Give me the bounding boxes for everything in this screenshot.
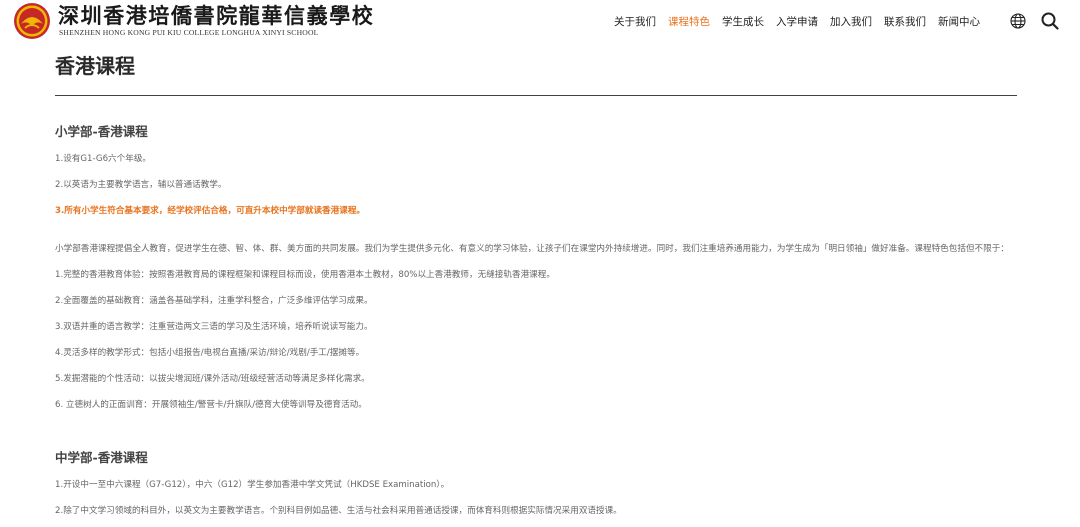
primary-feature-2: 2.全面覆盖的基础教育：涵盖各基础学科，注重学科整合，广泛多维评估学习成果。 xyxy=(55,296,373,306)
nav-news[interactable]: 新闻中心 xyxy=(938,15,980,29)
school-logo[interactable] xyxy=(13,2,51,40)
nav-join-us[interactable]: 加入我们 xyxy=(830,15,872,29)
secondary-item-2: 2.除了中文学习领域的科目外，以英文为主要教学语言。个别科目例如品德、生活与社会… xyxy=(55,506,622,516)
primary-feature-4: 4.灵活多样的教学形式：包括小组报告/电视台直播/采访/辩论/戏剧/手工/摆摊等… xyxy=(55,348,365,358)
school-name-en: SHENZHEN HONG KONG PUI KIU COLLEGE LONGH… xyxy=(59,28,319,37)
primary-intro: 小学部香港课程提倡全人教育，促进学生在德、智、体、群、美方面的共同发展。我们为学… xyxy=(55,244,1009,254)
nav-contact[interactable]: 联系我们 xyxy=(884,15,926,29)
nav-curriculum[interactable]: 课程特色 xyxy=(668,15,710,29)
primary-feature-1: 1.完整的香港教育体验：按照香港教育局的课程框架和课程目标而设，使用香港本土教材… xyxy=(55,270,555,280)
title-divider xyxy=(55,95,1017,96)
search-icon[interactable] xyxy=(1041,12,1059,30)
primary-feature-3: 3.双语并重的语言教学：注重营造两文三语的学习及生活环境，培养听说读写能力。 xyxy=(55,322,373,332)
globe-icon[interactable] xyxy=(1010,13,1026,29)
nav-student-growth[interactable]: 学生成长 xyxy=(722,15,764,29)
primary-item-2: 2.以英语为主要教学语言，辅以普通话教学。 xyxy=(55,180,227,190)
page-title: 香港课程 xyxy=(55,54,135,78)
main-nav: 关于我们 课程特色 学生成长 入学申请 加入我们 联系我们 新闻中心 xyxy=(614,15,992,29)
primary-section-title: 小学部-香港课程 xyxy=(55,124,148,139)
primary-feature-5: 5.发掘潜能的个性活动：以拔尖增润班/课外活动/班级经营活动等满足多样化需求。 xyxy=(55,374,370,384)
nav-admission[interactable]: 入学申请 xyxy=(776,15,818,29)
secondary-section-title: 中学部-香港课程 xyxy=(55,450,148,465)
primary-item-1: 1.设有G1-G6六个年级。 xyxy=(55,154,152,164)
nav-about[interactable]: 关于我们 xyxy=(614,15,656,29)
primary-item-3: 3.所有小学生符合基本要求，经学校评估合格，可直升本校中学部就读香港课程。 xyxy=(55,206,366,216)
site-header: 深圳香港培僑書院龍華信義學校 SHENZHEN HONG KONG PUI KI… xyxy=(0,0,1080,44)
school-name-cn[interactable]: 深圳香港培僑書院龍華信義學校 xyxy=(58,4,374,28)
primary-feature-6: 6. 立德树人的正面训育：开展领袖生/警营卡/升旗队/德育大使等训导及德育活动。 xyxy=(55,400,367,410)
secondary-item-1: 1.开设中一至中六课程（G7-G12），中六（G12）学生参加香港中学文凭试（H… xyxy=(55,480,450,490)
